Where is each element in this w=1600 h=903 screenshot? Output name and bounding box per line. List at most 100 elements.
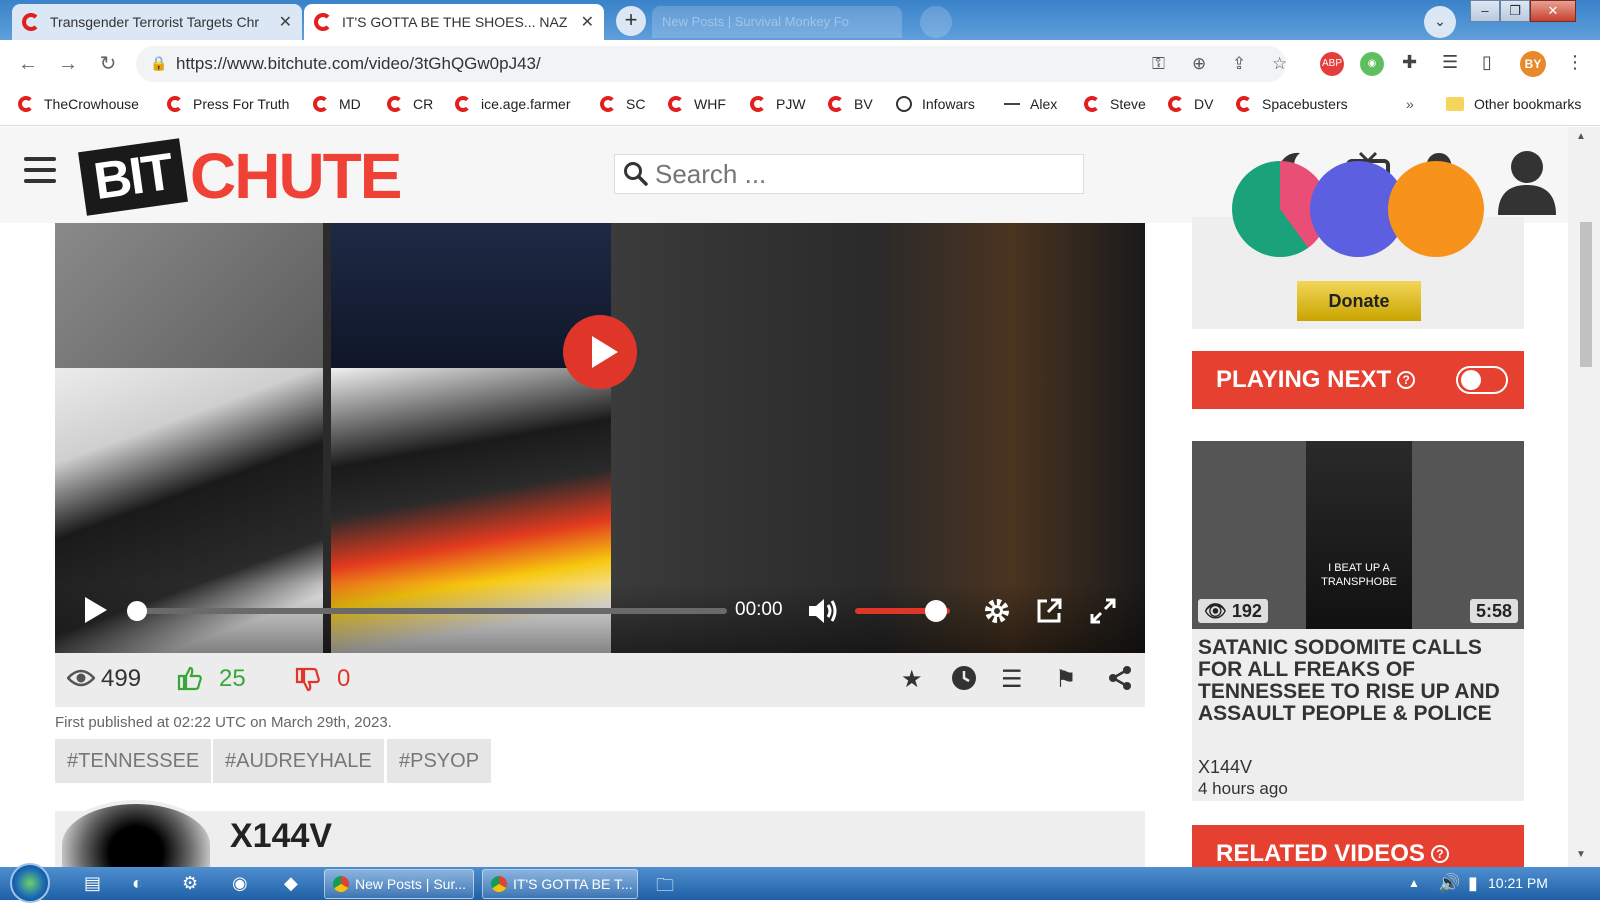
bookmark-bv[interactable]: BV [828, 96, 873, 112]
share-icon[interactable] [1107, 665, 1133, 698]
profile-avatar[interactable]: BY [1520, 51, 1546, 77]
bookmark-alex[interactable]: Alex [1004, 96, 1057, 112]
back-icon[interactable]: ← [14, 50, 42, 78]
close-window-button[interactable]: ✕ [1530, 0, 1576, 22]
dislike-thumbs-down-icon[interactable] [295, 667, 321, 700]
hashtag-audreyhale[interactable]: #AUDREYHALE [213, 739, 384, 783]
taskbar-button-gotta-be[interactable]: IT'S GOTTA BE T... [482, 869, 638, 899]
bookmark-star-icon[interactable]: ☆ [1272, 54, 1287, 74]
start-button[interactable] [10, 863, 50, 903]
seek-bar[interactable] [135, 608, 727, 614]
bookmark-ice-age-farmer[interactable]: ice.age.farmer [455, 96, 570, 112]
bookmark-infowars[interactable]: Infowars [896, 96, 975, 112]
other-bookmarks-folder[interactable]: Other bookmarks [1446, 96, 1581, 112]
like-thumbs-up-icon[interactable] [177, 665, 203, 698]
tab-close-icon[interactable]: ✕ [581, 12, 594, 32]
media-queue-icon[interactable]: ☰ [1442, 52, 1458, 73]
watch-later-clock-icon[interactable] [951, 665, 977, 698]
scrollbar-thumb[interactable] [1580, 222, 1592, 367]
seek-handle[interactable] [127, 601, 147, 621]
page-scrollbar[interactable]: ▲ ▼ [1568, 127, 1600, 867]
settings-gear-icon[interactable] [983, 597, 1011, 630]
scroll-down-arrow-icon[interactable]: ▼ [1576, 849, 1586, 860]
scroll-up-arrow-icon[interactable]: ▲ [1576, 131, 1586, 142]
popout-icon[interactable] [1035, 597, 1063, 630]
green-extension-icon[interactable]: ◉ [1360, 52, 1384, 76]
bookmark-spacebusters[interactable]: Spacebusters [1236, 96, 1348, 112]
next-video-title[interactable]: SATANIC SODOMITE CALLS FOR ALL FREAKS OF… [1198, 637, 1518, 725]
bookmark-label: CR [413, 96, 434, 112]
search-box[interactable] [614, 154, 1084, 194]
side-panel-icon[interactable]: ▯ [1482, 52, 1492, 73]
playlist-icon[interactable]: ☰ [1001, 665, 1023, 694]
minimize-button[interactable]: – [1470, 0, 1500, 22]
bitchute-logo[interactable]: BIT CHUTE [78, 137, 442, 217]
key-icon[interactable]: ⚿ [1152, 54, 1165, 74]
network-signal-icon[interactable]: ▮ [1468, 873, 1478, 894]
maximize-button[interactable]: ❐ [1500, 0, 1530, 22]
reload-icon[interactable]: ↻ [94, 50, 122, 78]
help-icon[interactable]: ? [1430, 845, 1449, 863]
bookmark-sc[interactable]: SC [600, 96, 645, 112]
donate-box: Donate [1192, 161, 1524, 329]
network-app-icon[interactable]: ⚙ [182, 873, 198, 894]
channel-name[interactable]: X144V [230, 817, 332, 856]
bookmark-thecrowhouse[interactable]: TheCrowhouse [18, 96, 139, 112]
big-play-button[interactable] [563, 315, 637, 389]
bookmark-cr[interactable]: CR [387, 96, 433, 112]
address-bar[interactable]: 🔒 https://www.bitchute.com/video/3tGhQGw… [136, 46, 1287, 82]
bitchute-favicon-icon [1168, 96, 1184, 112]
url-text[interactable]: https://www.bitchute.com/video/3tGhQGw0p… [176, 54, 541, 74]
bookmark-press-for-truth[interactable]: Press For Truth [167, 96, 289, 112]
user-account-icon[interactable] [1496, 149, 1558, 226]
tab-transgender-terrorist[interactable]: Transgender Terrorist Targets Chr ✕ [12, 4, 302, 40]
folder-icon[interactable]: 🗀 [656, 873, 674, 903]
bookmark-md[interactable]: MD [313, 96, 361, 112]
hashtag-psyop[interactable]: #PSYOP [387, 739, 492, 783]
volume-handle[interactable] [924, 600, 947, 622]
extensions-puzzle-icon[interactable]: ✚ [1402, 52, 1417, 73]
adblock-extension-icon[interactable]: ABP [1320, 52, 1344, 76]
background-window-button [920, 6, 952, 38]
chrome-menu-icon[interactable]: ⋮ [1566, 52, 1584, 73]
autoplay-toggle[interactable] [1456, 366, 1508, 394]
bookmark-whf[interactable]: WHF [668, 96, 726, 112]
lock-icon: 🔒 [150, 55, 168, 71]
share-icon[interactable]: ⇪ [1232, 54, 1246, 74]
help-icon[interactable]: ? [1397, 371, 1416, 389]
firefox-icon[interactable]: ◉ [232, 873, 248, 894]
next-video-thumbnail[interactable]: I BEAT UP A TRANSPHOBE 👁 192 5:58 [1192, 441, 1524, 629]
tray-expand-icon[interactable]: ▲ [1408, 876, 1420, 890]
search-icon[interactable] [623, 161, 649, 193]
bitchute-favicon-icon [387, 96, 403, 112]
bookmarks-overflow-button[interactable]: » [1406, 96, 1414, 112]
clock[interactable]: 10:21 PM [1488, 875, 1548, 891]
favorite-star-icon[interactable]: ★ [901, 665, 923, 694]
hamburger-menu-icon[interactable] [24, 157, 56, 187]
bookmark-dv[interactable]: DV [1168, 96, 1213, 112]
donate-button[interactable]: Donate [1297, 281, 1421, 321]
forward-icon[interactable]: → [54, 50, 82, 78]
brave-icon[interactable]: ◆ [284, 873, 298, 894]
browser-app-icon[interactable]: ◐ [132, 873, 143, 894]
tab-close-icon[interactable]: ✕ [279, 12, 292, 32]
report-flag-icon[interactable]: ⚑ [1055, 665, 1077, 694]
video-player[interactable]: 00:00 [55, 223, 1145, 653]
tab-search-icon[interactable]: ⌄ [1424, 6, 1456, 38]
volume-icon[interactable] [807, 597, 839, 630]
play-icon[interactable] [81, 595, 109, 630]
search-input[interactable] [655, 159, 1075, 189]
speaker-icon[interactable]: 🔊 [1438, 873, 1460, 894]
next-video-card[interactable]: I BEAT UP A TRANSPHOBE 👁 192 5:58 SATANI… [1192, 441, 1524, 801]
bookmark-pjw[interactable]: PJW [750, 96, 806, 112]
explorer-icon[interactable]: ▤ [84, 873, 101, 894]
bitchute-favicon-icon [600, 96, 616, 112]
tab-gotta-be-the-shoes[interactable]: IT'S GOTTA BE THE SHOES... NAZ ✕ [304, 4, 604, 40]
next-video-channel[interactable]: X144V [1198, 757, 1252, 778]
taskbar-button-new-posts[interactable]: New Posts | Sur... [324, 869, 474, 899]
zoom-icon[interactable]: ⊕ [1192, 54, 1206, 74]
bookmark-steve[interactable]: Steve [1084, 96, 1146, 112]
new-tab-button[interactable]: + [616, 6, 646, 36]
hashtag-tennessee[interactable]: #TENNESSEE [55, 739, 212, 783]
fullscreen-icon[interactable] [1089, 597, 1117, 630]
